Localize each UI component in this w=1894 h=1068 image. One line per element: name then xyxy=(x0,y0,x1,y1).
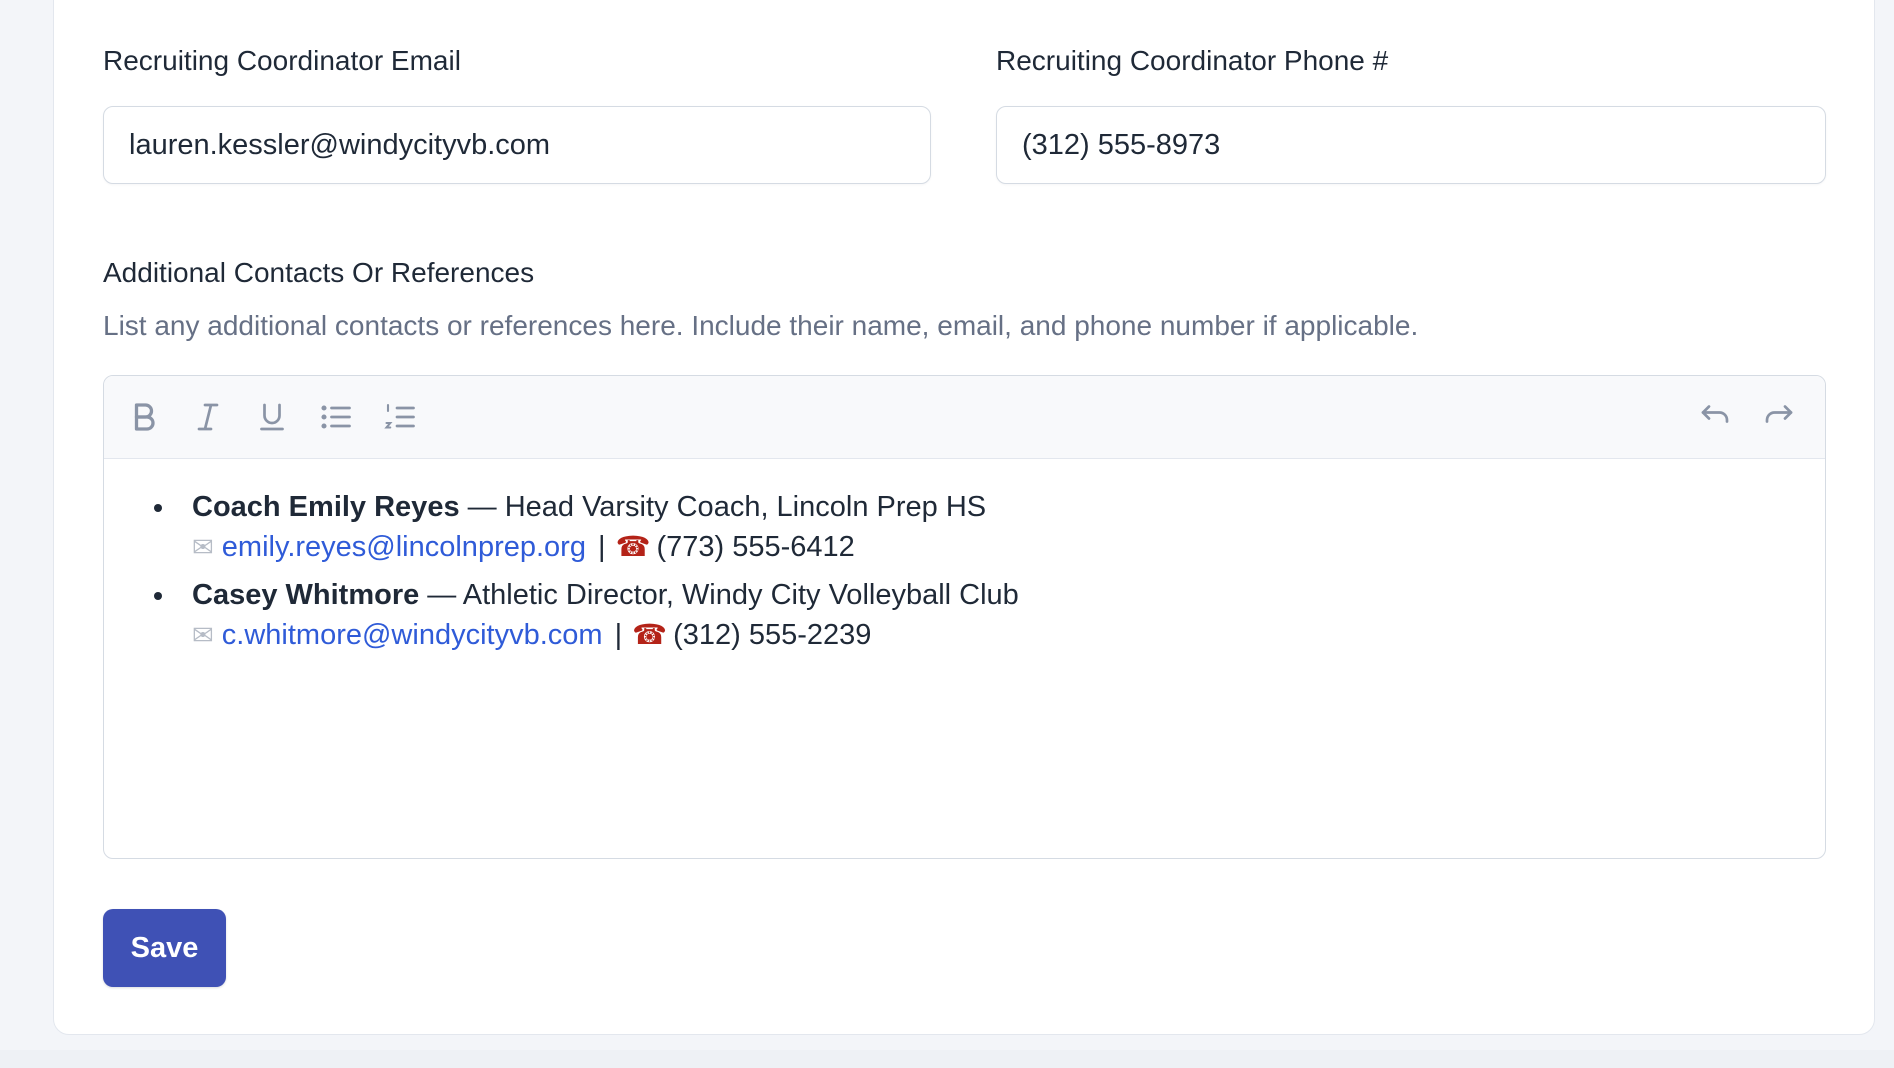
contact-email-link[interactable]: emily.reyes@lincolnprep.org xyxy=(222,531,586,563)
contact-email-link[interactable]: c.whitmore@windycityvb.com xyxy=(222,619,603,651)
envelope-icon: ✉ xyxy=(192,532,214,562)
contact-role: — Athletic Director, Windy City Volleyba… xyxy=(427,579,1019,611)
recruiting-phone-input[interactable]: (312) 555-8973 xyxy=(996,106,1826,184)
recruiting-email-value: lauren.kessler@windycityvb.com xyxy=(129,128,551,161)
contacts-list: Coach Emily Reyes — Head Varsity Coach, … xyxy=(104,487,1825,655)
recruiting-phone-value: (312) 555-8973 xyxy=(1022,128,1221,161)
envelope-icon: ✉ xyxy=(192,620,214,650)
additional-contacts-description: List any additional contacts or referenc… xyxy=(103,310,1419,341)
editor-content[interactable]: Coach Emily Reyes — Head Varsity Coach, … xyxy=(104,459,1825,655)
recruiting-phone-label: Recruiting Coordinator Phone # xyxy=(996,45,1389,76)
list-item: Coach Emily Reyes — Head Varsity Coach, … xyxy=(154,487,1825,567)
underline-icon[interactable] xyxy=(252,397,292,437)
contact-name: Coach Emily Reyes xyxy=(192,491,460,523)
page-footer-strip xyxy=(0,1050,1894,1068)
save-button[interactable]: Save xyxy=(103,909,226,987)
bullet-list-icon[interactable] xyxy=(316,397,356,437)
separator: | xyxy=(614,619,623,651)
contact-phone: (312) 555-2239 xyxy=(673,619,872,651)
rich-text-editor[interactable]: Coach Emily Reyes — Head Varsity Coach, … xyxy=(103,375,1826,859)
bullet-dot xyxy=(154,592,162,600)
list-item: Casey Whitmore — Athletic Director, Wind… xyxy=(154,575,1825,655)
recruiting-email-input[interactable]: lauren.kessler@windycityvb.com xyxy=(103,106,931,184)
contact-phone: (773) 555-6412 xyxy=(656,531,855,563)
contact-role: — Head Varsity Coach, Lincoln Prep HS xyxy=(467,491,987,523)
contact-name: Casey Whitmore xyxy=(192,579,420,611)
separator: | xyxy=(598,531,606,563)
telephone-icon: ☎ xyxy=(632,619,668,650)
recruiting-email-label: Recruiting Coordinator Email xyxy=(103,45,461,76)
telephone-icon: ☎ xyxy=(615,531,651,562)
editor-toolbar xyxy=(104,376,1825,459)
redo-icon[interactable] xyxy=(1759,397,1799,437)
bullet-dot xyxy=(154,504,162,512)
bold-icon[interactable] xyxy=(124,397,164,437)
numbered-list-icon[interactable] xyxy=(380,397,420,437)
italic-icon[interactable] xyxy=(188,397,228,437)
undo-icon[interactable] xyxy=(1695,397,1735,437)
additional-contacts-label: Additional Contacts Or References xyxy=(103,257,535,288)
